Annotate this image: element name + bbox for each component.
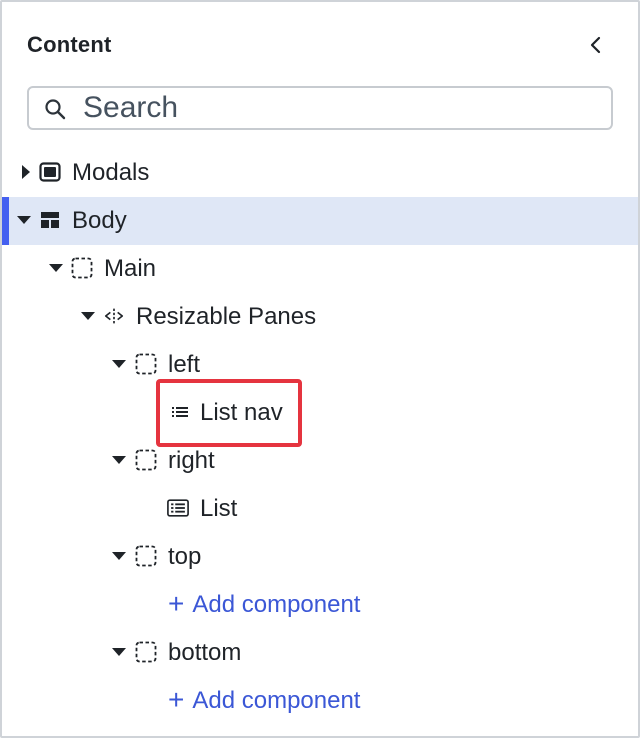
modal-icon <box>39 161 61 183</box>
tree-item-modals[interactable]: Modals <box>2 149 638 197</box>
tree-item-top[interactable]: top <box>2 533 638 581</box>
container-icon <box>135 449 157 471</box>
tree-item-label: Body <box>72 207 127 234</box>
add-component-button[interactable]: + Add component <box>168 686 360 715</box>
collapse-panel-button[interactable] <box>584 32 608 58</box>
search-icon <box>45 99 66 120</box>
tree-item-body[interactable]: Body <box>2 197 638 245</box>
caret-down-icon[interactable] <box>112 357 126 371</box>
add-component-label: Add component <box>192 591 361 618</box>
chevron-left-icon <box>590 36 601 54</box>
resize-handle-icon <box>103 305 125 327</box>
add-component-row-top: + Add component <box>2 581 638 629</box>
tree-item-label: List <box>200 495 238 522</box>
tree-item-label: List nav <box>200 399 283 426</box>
add-component-button[interactable]: + Add component <box>168 590 360 619</box>
list-icon <box>169 401 191 423</box>
add-component-row-bottom: + Add component <box>2 677 638 725</box>
tree-item-main[interactable]: Main <box>2 245 638 293</box>
plus-icon: + <box>168 684 185 715</box>
caret-down-icon[interactable] <box>81 309 95 323</box>
tree-item-label: Main <box>104 255 157 282</box>
add-component-label: Add component <box>192 687 361 714</box>
tree-item-label: left <box>168 351 201 378</box>
content-panel: Content Modals <box>0 0 640 738</box>
tree-item-label: right <box>168 447 215 474</box>
tree-item-label: Modals <box>72 159 150 186</box>
tree-item-left[interactable]: left <box>2 341 638 389</box>
tree-item-right[interactable]: right <box>2 437 638 485</box>
tree-item-list[interactable]: List <box>2 485 638 533</box>
caret-down-icon[interactable] <box>17 213 31 227</box>
caret-down-icon[interactable] <box>112 549 126 563</box>
tree-item-label: Resizable Panes <box>136 303 317 330</box>
tree-item-resizable-panes[interactable]: Resizable Panes <box>2 293 638 341</box>
tree-item-bottom[interactable]: bottom <box>2 629 638 677</box>
table-list-icon <box>167 497 189 519</box>
component-tree: Modals Body Main Resizable Panes left Li… <box>2 149 638 725</box>
search-box <box>27 86 613 130</box>
layout-icon <box>39 209 61 231</box>
tree-item-label: top <box>168 543 202 570</box>
caret-down-icon[interactable] <box>112 645 126 659</box>
tree-item-list-nav[interactable]: List nav <box>2 389 638 437</box>
container-icon <box>71 257 93 279</box>
container-icon <box>135 545 157 567</box>
panel-header: Content <box>2 2 638 80</box>
caret-down-icon[interactable] <box>112 453 126 467</box>
panel-title: Content <box>27 32 112 57</box>
plus-icon: + <box>168 588 185 619</box>
caret-down-icon[interactable] <box>49 261 63 275</box>
tree-item-label: bottom <box>168 639 242 666</box>
search-input[interactable] <box>83 91 603 125</box>
container-icon <box>135 641 157 663</box>
container-icon <box>135 353 157 375</box>
caret-right-icon[interactable] <box>19 165 33 179</box>
